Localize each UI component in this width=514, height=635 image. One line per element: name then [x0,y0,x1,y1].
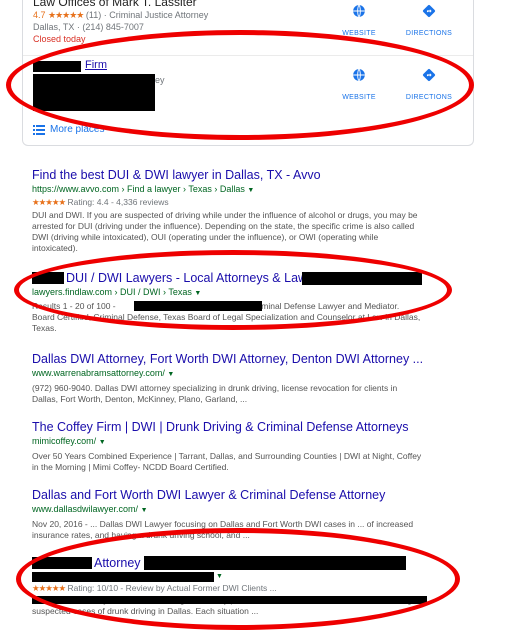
caret-down-icon[interactable]: ▼ [247,187,254,194]
redaction-box [33,61,81,72]
caret-down-icon[interactable]: ▼ [99,439,106,446]
result-url-text: mimicoffey.com/ [32,436,97,446]
search-result: Attorney • ▼ ★★★★★ Rating: 10/10 - Revie… [32,556,452,617]
search-result: The Coffey Firm | DWI | Drunk Driving & … [32,420,452,473]
result-title-text: DUI / DWI Lawyers - Local Attorneys & La… [66,271,308,285]
result-url[interactable]: ▼ [32,571,452,583]
website-button[interactable]: WEBSITE [333,4,385,40]
result-rating: ★★★★★ Rating: 10/10 - Review by Actual F… [32,583,452,594]
snippet-line: Nov 20, 2016 - ... Dallas DWI Lawyer foc… [32,519,414,529]
website-label: WEBSITE [342,30,376,37]
result-url-text: https://www.avvo.com › Find a lawyer › T… [32,184,245,194]
caret-down-icon[interactable]: ▼ [167,371,174,378]
local-pack-card: Law Offices of Mark T. Lassiter 4.7 ★★★★… [22,0,474,146]
result-url[interactable]: mimicoffey.com/ ▼ [32,435,452,449]
search-result: Dallas DWI Attorney, Fort Worth DWI Atto… [32,352,452,405]
business-category: ey [155,75,165,85]
result-url[interactable]: www.warrenabramsattorney.com/ ▼ [32,367,452,381]
directions-icon [422,4,436,18]
local-listing[interactable]: Law Offices of Mark T. Lassiter 4.7 ★★★★… [33,0,463,45]
result-title-link[interactable]: The Coffey Firm | DWI | Drunk Driving & … [32,420,452,435]
listing-actions: WEBSITE DIRECTIONS [333,68,455,104]
redaction-box [33,74,155,111]
result-url[interactable]: lawyers.findlaw.com › DUI / DWI › Texas … [32,286,452,300]
directions-icon [422,68,436,82]
snippet-line: Dallas, Fort Worth, Denton, McKinney, Pl… [32,394,248,404]
result-snippet: Nov 20, 2016 - ... Dallas DWI Lawyer foc… [32,519,452,541]
redaction-box [302,272,422,285]
result-url[interactable]: https://www.avvo.com › Find a lawyer › T… [32,183,452,197]
directions-label: DIRECTIONS [405,94,453,101]
search-result: Find the best DUI & DWI lawyer in Dallas… [32,168,452,254]
result-url-text: www.warrenabramsattorney.com/ [32,368,165,378]
redaction-box [32,572,214,582]
caret-down-icon[interactable]: ▼ [194,290,201,297]
rating-stars-icon: ★★★★★ [48,10,84,20]
local-listing[interactable]: Firm ey WEBSITE DIRECTIONS [33,58,463,118]
search-result: Dallas and Fort Worth DWI Lawyer & Crimi… [32,488,452,541]
website-button[interactable]: WEBSITE [333,68,385,104]
result-rating: ★★★★★ Rating: 4.4 - 4,336 reviews [32,197,452,208]
website-label: WEBSITE [342,94,376,101]
business-category: · Criminal Justice Attorney [103,10,209,20]
directions-button[interactable]: DIRECTIONS [403,68,455,104]
result-title-link[interactable]: Dallas DWI Attorney, Fort Worth DWI Atto… [32,352,452,367]
result-url[interactable]: www.dallasdwilawyer.com/ ▼ [32,503,452,517]
caret-down-icon[interactable]: ▼ [216,571,223,583]
redaction-box [32,272,64,284]
snippet-line: Over 50 Years Combined Experience | Tarr… [32,451,422,461]
business-name[interactable]: Firm [85,59,107,71]
globe-icon [353,68,365,82]
caret-down-icon[interactable]: ▼ [141,507,148,514]
rating-text: Rating: 10/10 - Review by Actual Former … [67,583,277,593]
directions-button[interactable]: DIRECTIONS [403,4,455,40]
snippet-line: Board Certified, Criminal Defense, Texas… [32,312,421,322]
rating-value: 4.7 [33,10,46,20]
list-icon [33,124,45,135]
result-snippet: (972) 960-9040. Dallas DWI attorney spec… [32,383,452,405]
rating-stars-icon: ★★★★★ [32,583,66,593]
result-url-text: lawyers.findlaw.com › DUI / DWI › Texas [32,287,192,297]
snippet-line: DUI and DWI. If you are suspected of dri… [32,210,418,220]
result-title-link[interactable]: Find the best DUI & DWI lawyer in Dallas… [32,168,452,183]
snippet-line: intoxicated). [32,243,78,253]
rating-stars-icon: ★★★★★ [32,197,66,207]
redaction-box [32,596,427,604]
result-snippet: Over 50 Years Combined Experience | Tarr… [32,451,452,473]
snippet-line: arrested for DUI (driving under the infl… [32,221,415,231]
more-places-label: More places [50,124,105,135]
snippet-line: Texas. [32,323,57,333]
snippet-line: DWI (driving while intoxicated), OUI (op… [32,232,379,242]
result-url-text: www.dallasdwilawyer.com/ [32,504,139,514]
more-places-link[interactable]: More places [33,124,104,135]
snippet-fragment: Results 1 - 20 of 100 - [32,301,116,311]
review-count: (11) [85,10,102,20]
result-snippet: Results 1 - 20 of 100 - Criminal Defense… [32,301,452,334]
result-title-text: Attorney • [94,556,149,570]
snippet-line: (972) 960-9040. Dallas DWI attorney spec… [32,383,398,393]
redaction-box [134,301,262,311]
rating-text: Rating: 4.4 - 4,336 reviews [67,197,169,207]
redaction-box [144,556,406,570]
directions-label: DIRECTIONS [405,30,453,37]
result-snippet: DUI and DWI. If you are suspected of dri… [32,210,452,254]
snippet-fragment: Criminal Defense Lawyer and Mediator. [250,301,400,311]
result-title-link[interactable]: Dallas and Fort Worth DWI Lawyer & Crimi… [32,488,452,503]
snippet-line: suspected cases of drunk driving in Dall… [32,606,259,616]
globe-icon [353,4,365,18]
search-result: DUI / DWI Lawyers - Local Attorneys & La… [32,271,452,334]
snippet-line: insurance rates, and having a drunk driv… [32,530,250,540]
listing-divider [23,55,473,56]
listing-actions: WEBSITE DIRECTIONS [333,4,455,40]
snippet-line: in the Morning | Mimi Coffey- NCDD Board… [32,462,229,472]
redaction-box [32,557,92,569]
